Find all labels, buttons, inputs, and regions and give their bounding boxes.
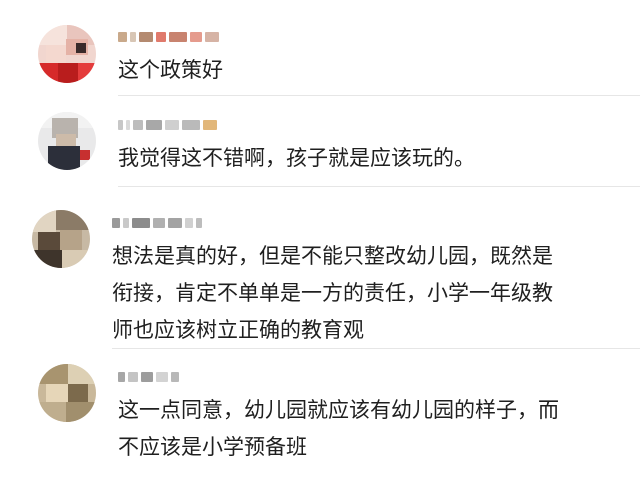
- comment-text: 这个政策好: [118, 52, 223, 89]
- comment-line: 这个政策好: [118, 58, 223, 82]
- username-blur-icon: [139, 32, 153, 42]
- username-blur-icon: [128, 372, 138, 382]
- comment-line: 这一点同意，幼儿园就应该有幼儿园的样子，而: [118, 398, 559, 422]
- avatar-pixelated-icon: [38, 112, 96, 170]
- avatar-pixelated-icon: [32, 210, 90, 268]
- avatar-pixelated-icon: [38, 364, 96, 422]
- username[interactable]: [118, 118, 220, 132]
- comment-line: 我觉得这不错啊，孩子就是应该玩的。: [118, 146, 475, 170]
- username-blur-icon: [126, 120, 130, 130]
- username-blur-icon: [171, 372, 179, 382]
- username-blur-icon: [182, 120, 200, 130]
- username-blur-icon: [156, 32, 166, 42]
- comment-item: 这个政策好: [0, 0, 640, 96]
- comment-line: 想法是真的好，但是不能只整改幼儿园，既然是: [112, 244, 553, 268]
- username-blur-icon: [196, 218, 202, 228]
- username-blur-icon: [165, 120, 179, 130]
- username-blur-icon: [118, 32, 127, 42]
- username-blur-icon: [130, 32, 136, 42]
- avatar[interactable]: [38, 25, 96, 83]
- username-blur-icon: [133, 120, 143, 130]
- username-blur-icon: [205, 32, 219, 42]
- avatar-pixelated-icon: [38, 25, 96, 83]
- username-blur-icon: [168, 218, 182, 228]
- comment-text: 这一点同意，幼儿园就应该有幼儿园的样子，而 不应该是小学预备班: [118, 392, 559, 466]
- comment-text: 想法是真的好，但是不能只整改幼儿园，既然是 衔接，肯定不单单是一方的责任，小学一…: [112, 238, 553, 349]
- comment-item: 这一点同意，幼儿园就应该有幼儿园的样子，而 不应该是小学预备班: [0, 348, 640, 477]
- username-blur-icon: [118, 120, 123, 130]
- username-blur-icon: [132, 218, 150, 228]
- username-blur-icon: [156, 372, 168, 382]
- avatar[interactable]: [38, 112, 96, 170]
- comment-item: 我觉得这不错啊，孩子就是应该玩的。: [0, 96, 640, 187]
- username-blur-icon: [118, 372, 125, 382]
- username-blur-icon: [123, 218, 129, 228]
- username[interactable]: [118, 30, 222, 44]
- username-blur-icon: [203, 120, 217, 130]
- comment-text: 我觉得这不错啊，孩子就是应该玩的。: [118, 140, 475, 177]
- username-blur-icon: [153, 218, 165, 228]
- avatar[interactable]: [38, 364, 96, 422]
- username-blur-icon: [146, 120, 162, 130]
- comment-item: 想法是真的好，但是不能只整改幼儿园，既然是 衔接，肯定不单单是一方的责任，小学一…: [0, 186, 640, 349]
- username-blur-icon: [190, 32, 202, 42]
- username[interactable]: [112, 216, 205, 230]
- username-blur-icon: [112, 218, 120, 228]
- comment-line: 师也应该树立正确的教育观: [112, 318, 364, 342]
- username-blur-icon: [169, 32, 187, 42]
- username-blur-icon: [141, 372, 153, 382]
- username-blur-icon: [185, 218, 193, 228]
- comment-line: 不应该是小学预备班: [118, 435, 307, 459]
- username[interactable]: [118, 370, 182, 384]
- avatar[interactable]: [32, 210, 90, 268]
- comment-line: 衔接，肯定不单单是一方的责任，小学一年级教: [112, 281, 553, 305]
